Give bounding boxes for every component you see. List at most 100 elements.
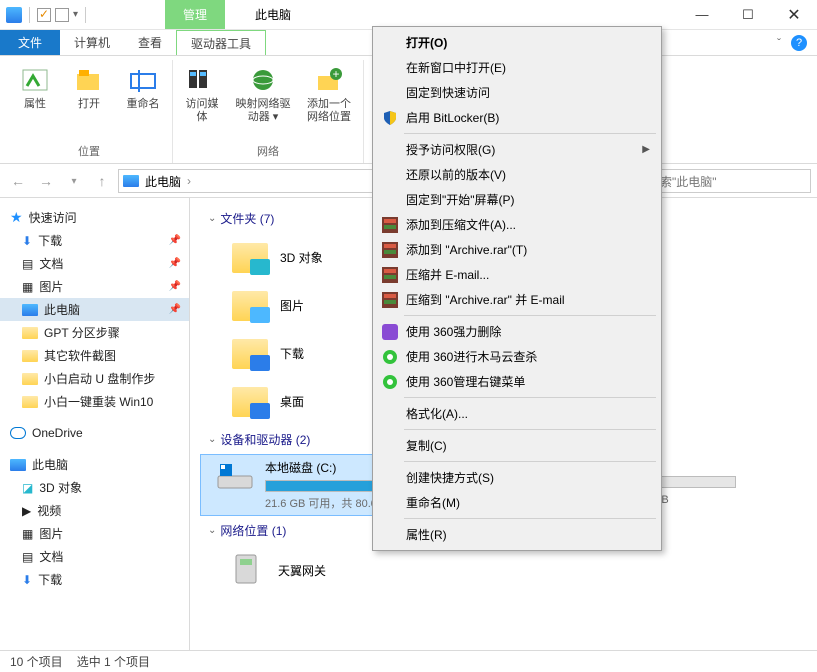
menu-item[interactable]: 使用 360进行木马云查杀 bbox=[376, 344, 658, 369]
nav-back[interactable]: ← bbox=[6, 169, 30, 193]
pc-icon bbox=[10, 459, 26, 471]
ribbon-access-media[interactable]: 访问媒体 bbox=[181, 64, 223, 124]
tree-dl[interactable]: ⬇下载 bbox=[0, 568, 189, 591]
doc-icon: ▤ bbox=[22, 257, 33, 271]
menu-item[interactable]: 打开(O) bbox=[376, 30, 658, 55]
rar-icon bbox=[381, 241, 399, 259]
tree-this-pc-2[interactable]: 此电脑 bbox=[0, 453, 189, 476]
maximize-button[interactable]: ☐ bbox=[725, 0, 771, 30]
drive-icon bbox=[215, 459, 255, 495]
menu-item[interactable]: 属性(R) bbox=[376, 522, 658, 547]
menu-item[interactable]: 压缩并 E-mail... bbox=[376, 262, 658, 287]
pin-icon: 📌 bbox=[169, 304, 181, 315]
netloc-gateway[interactable]: 天翼网关 bbox=[200, 545, 807, 596]
tree-this-pc[interactable]: 此电脑📌 bbox=[0, 298, 189, 321]
tree-folder[interactable]: GPT 分区步骤 bbox=[0, 321, 189, 344]
ribbon-rename[interactable]: 重命名 bbox=[122, 64, 164, 111]
folder-icon bbox=[22, 327, 38, 339]
360p-icon bbox=[381, 323, 399, 341]
nav-up[interactable]: ↑ bbox=[90, 169, 114, 193]
nav-forward[interactable]: → bbox=[34, 169, 58, 193]
menu-separator bbox=[404, 461, 656, 462]
tab-view[interactable]: 查看 bbox=[124, 30, 176, 55]
tree-folder[interactable]: 小白一键重装 Win10 bbox=[0, 390, 189, 413]
menu-item[interactable]: 使用 360强力删除 bbox=[376, 319, 658, 344]
qat-dropdown[interactable]: ▾ bbox=[73, 9, 78, 20]
pin-icon: 📌 bbox=[169, 235, 181, 246]
status-selected: 选中 1 个项目 bbox=[77, 653, 150, 670]
menu-separator bbox=[404, 429, 656, 430]
tree-pictures[interactable]: ▦图片📌 bbox=[0, 275, 189, 298]
pic-icon: ▦ bbox=[22, 280, 33, 294]
qat-check-1[interactable] bbox=[37, 8, 51, 22]
breadcrumb-root[interactable]: 此电脑 bbox=[145, 173, 181, 190]
menu-item[interactable]: 添加到压缩文件(A)... bbox=[376, 212, 658, 237]
status-bar: 10 个项目 选中 1 个项目 bbox=[0, 650, 817, 672]
ribbon-collapse-icon[interactable]: ˇ bbox=[777, 36, 781, 50]
menu-item[interactable]: 复制(C) bbox=[376, 433, 658, 458]
pc-icon bbox=[123, 175, 139, 187]
qat-check-2[interactable] bbox=[55, 8, 69, 22]
nav-history[interactable]: ▾ bbox=[62, 169, 86, 193]
context-menu: 打开(O)在新窗口中打开(E)固定到快速访问启用 BitLocker(B) 授予访… bbox=[372, 26, 662, 551]
menu-item[interactable]: 压缩到 "Archive.rar" 并 E-mail bbox=[376, 287, 658, 312]
tab-computer[interactable]: 计算机 bbox=[60, 30, 124, 55]
pc-icon bbox=[22, 304, 38, 316]
download-icon: ⬇ bbox=[22, 573, 32, 587]
ribbon-group-location: 位置 bbox=[78, 140, 100, 163]
gateway-icon bbox=[230, 551, 268, 590]
tree-docs[interactable]: ▤文档 bbox=[0, 545, 189, 568]
pin-icon: 📌 bbox=[169, 281, 181, 292]
menu-item[interactable]: 使用 360管理右键菜单 bbox=[376, 369, 658, 394]
folder-icon bbox=[22, 350, 38, 362]
tree-documents[interactable]: ▤文档📌 bbox=[0, 252, 189, 275]
menu-item[interactable]: 格式化(A)... bbox=[376, 401, 658, 426]
doc-icon: ▤ bbox=[22, 550, 33, 564]
tab-file[interactable]: 文件 bbox=[0, 30, 60, 55]
menu-separator bbox=[404, 315, 656, 316]
menu-item[interactable]: 固定到快速访问 bbox=[376, 80, 658, 105]
folder-icon bbox=[22, 373, 38, 385]
quick-access-toolbar: ▾ bbox=[0, 7, 95, 23]
ribbon-context-tab[interactable]: 管理 bbox=[165, 0, 225, 29]
tab-drive-tools[interactable]: 驱动器工具 bbox=[176, 30, 266, 55]
tree-folder[interactable]: 其它软件截图 bbox=[0, 344, 189, 367]
menu-separator bbox=[404, 518, 656, 519]
menu-item[interactable]: 启用 BitLocker(B) bbox=[376, 105, 658, 130]
menu-item[interactable]: 重命名(M) bbox=[376, 490, 658, 515]
ribbon-open[interactable]: 打开 bbox=[68, 64, 110, 111]
ribbon-add-net-location[interactable]: +添加一个网络位置 bbox=[303, 64, 355, 124]
menu-item[interactable]: 创建快捷方式(S) bbox=[376, 465, 658, 490]
status-total: 10 个项目 bbox=[10, 653, 63, 670]
ribbon-group-network: 网络 bbox=[257, 140, 279, 163]
menu-item[interactable]: 在新窗口中打开(E) bbox=[376, 55, 658, 80]
tree-3d[interactable]: ◪3D 对象 bbox=[0, 476, 189, 499]
cube-icon: ◪ bbox=[22, 481, 33, 495]
360-icon bbox=[381, 348, 399, 366]
tree-folder[interactable]: 小白启动 U 盘制作步 bbox=[0, 367, 189, 390]
360-icon bbox=[381, 373, 399, 391]
tree-pics[interactable]: ▦图片 bbox=[0, 522, 189, 545]
help-icon[interactable]: ? bbox=[791, 35, 807, 51]
rar-icon bbox=[381, 216, 399, 234]
pin-icon: 📌 bbox=[169, 258, 181, 269]
minimize-button[interactable]: — bbox=[679, 0, 725, 30]
folder-icon bbox=[22, 396, 38, 408]
rar-icon bbox=[381, 266, 399, 284]
tree-downloads[interactable]: ⬇下载📌 bbox=[0, 229, 189, 252]
tree-video[interactable]: ▶视频 bbox=[0, 499, 189, 522]
star-icon: ★ bbox=[10, 209, 23, 226]
ribbon-map-drive[interactable]: 映射网络驱动器 ▾ bbox=[235, 64, 291, 124]
cloud-icon bbox=[10, 427, 26, 439]
menu-separator bbox=[404, 397, 656, 398]
tree-onedrive[interactable]: OneDrive bbox=[0, 423, 189, 443]
menu-item[interactable]: 添加到 "Archive.rar"(T) bbox=[376, 237, 658, 262]
app-icon bbox=[6, 7, 22, 23]
search-box[interactable]: 搜索"此电脑" bbox=[641, 169, 811, 193]
ribbon-properties[interactable]: 属性 bbox=[14, 64, 56, 111]
tree-quick-access[interactable]: ★快速访问 bbox=[0, 206, 189, 229]
close-button[interactable]: ✕ bbox=[771, 0, 817, 30]
menu-item[interactable]: 固定到"开始"屏幕(P) bbox=[376, 187, 658, 212]
menu-item[interactable]: 还原以前的版本(V) bbox=[376, 162, 658, 187]
menu-item[interactable]: 授予访问权限(G)▶ bbox=[376, 137, 658, 162]
